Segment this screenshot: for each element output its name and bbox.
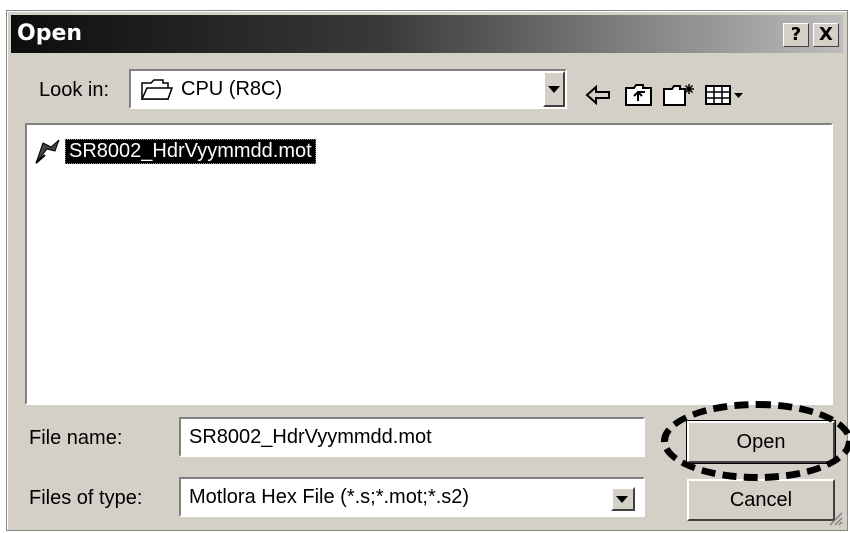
file-list[interactable]: SR8002_HdrVyymmdd.mot: [25, 123, 833, 405]
file-name-input[interactable]: [179, 417, 645, 457]
new-folder-icon[interactable]: [663, 83, 695, 107]
up-folder-icon[interactable]: [625, 83, 653, 107]
file-type-dropdown[interactable]: Motlora Hex File (*.s;*.mot;*.s2): [179, 477, 645, 517]
file-type-dropdown-button[interactable]: [611, 487, 635, 511]
title-bar[interactable]: Open ? X: [11, 15, 843, 53]
file-type-label: Files of type:: [29, 487, 143, 509]
close-button[interactable]: X: [813, 23, 839, 47]
dialog-title: Open: [17, 21, 83, 46]
look-in-label: Look in:: [39, 79, 110, 101]
back-arrow-icon[interactable]: [585, 83, 611, 107]
open-button-highlight: [661, 401, 850, 481]
folder-icon: [141, 79, 173, 100]
look-in-dropdown-button[interactable]: [543, 71, 565, 107]
mot-file-icon: [35, 139, 60, 164]
file-type-value: Motlora Hex File (*.s;*.mot;*.s2): [189, 486, 470, 508]
open-dialog: Open ? X Look in: CPU (R8C) SR8002_HdrVy…: [6, 10, 850, 531]
look-in-dropdown[interactable]: CPU (R8C): [129, 69, 567, 109]
help-button[interactable]: ?: [783, 23, 809, 47]
resize-grip-icon[interactable]: [827, 510, 843, 526]
cancel-button[interactable]: Cancel: [687, 479, 835, 521]
file-name-text: SR8002_HdrVyymmdd.mot: [65, 139, 316, 164]
file-name-label: File name:: [29, 427, 123, 449]
view-menu-icon[interactable]: [705, 83, 745, 107]
look-in-value: CPU (R8C): [181, 78, 283, 100]
